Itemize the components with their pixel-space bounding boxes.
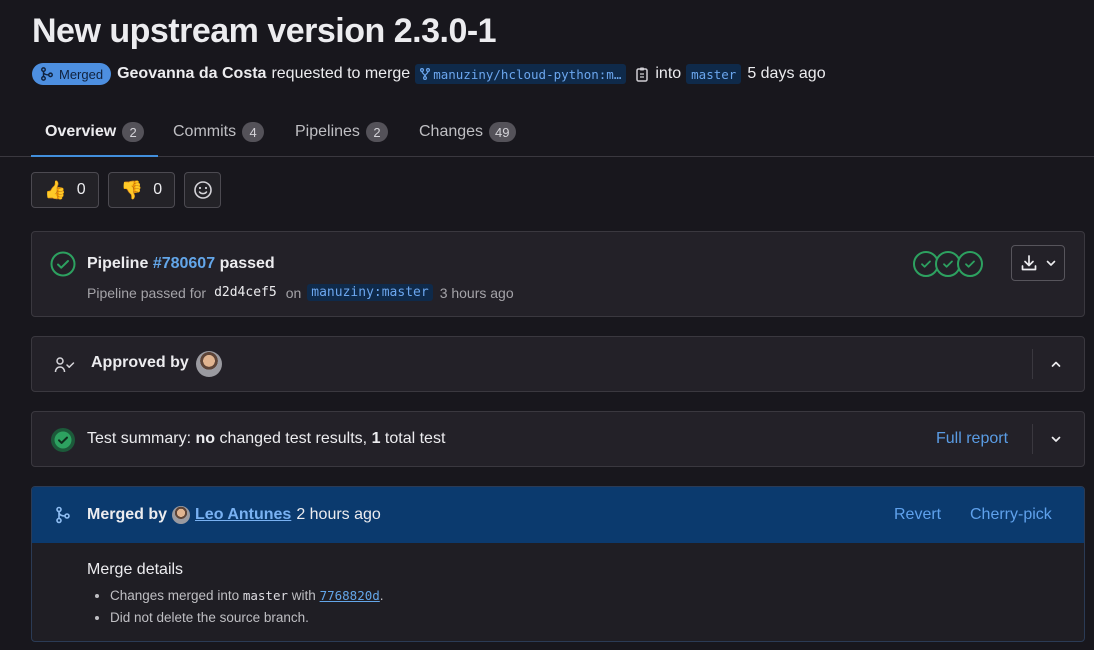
merge-details-title: Merge details <box>87 561 184 578</box>
add-reaction-button[interactable] <box>184 172 221 208</box>
tab-changes[interactable]: Changes 49 <box>419 108 516 156</box>
chevron-down-icon <box>1046 260 1056 266</box>
source-branch-label: manuziny/hcloud-python:m… <box>433 66 622 82</box>
test-summary-prefix: Test summary: <box>87 430 192 447</box>
approvals-widget: Approved by <box>31 336 1085 392</box>
merge-icon <box>41 67 53 81</box>
merge-line-prefix: Changes merged into <box>110 588 240 603</box>
thumbs-up-count: 0 <box>76 181 86 198</box>
merge-target-branch: master <box>242 588 289 603</box>
tab-overview[interactable]: Overview 2 <box>30 108 159 157</box>
test-success-icon <box>51 428 75 452</box>
thumbs-up-button[interactable]: 👍 0 <box>31 172 99 208</box>
action-text: requested to merge <box>271 65 411 82</box>
thumbs-up-icon: 👍 <box>44 180 67 200</box>
into-text: into <box>655 65 682 82</box>
collapse-button[interactable] <box>1042 350 1070 378</box>
merged-widget: Merged by Leo Antunes 2 hours ago Revert… <box>31 486 1085 642</box>
commit-sha[interactable]: d2d4cef5 <box>214 285 277 300</box>
thumbs-down-icon: 👎 <box>120 180 144 200</box>
avatar[interactable] <box>196 351 222 377</box>
thumbs-down-count: 0 <box>153 181 163 198</box>
on-text: on <box>285 284 302 301</box>
copy-icon <box>636 67 648 82</box>
pipeline-title: Pipeline #780607 passed <box>87 255 275 273</box>
tab-commits[interactable]: Commits 4 <box>173 108 265 156</box>
pipeline-link[interactable]: #780607 <box>153 255 215 272</box>
test-summary-middle: changed test results, <box>219 430 368 447</box>
pipeline-branch[interactable]: manuziny:master <box>307 284 433 301</box>
revert-button[interactable]: Revert <box>894 506 941 524</box>
tab-label: Changes <box>419 123 484 140</box>
smiley-icon <box>193 181 212 199</box>
check-icon <box>965 260 975 268</box>
merged-by-text: Merged by Leo Antunes 2 hours ago <box>87 506 381 524</box>
thumbs-down-button[interactable]: 👎 0 <box>108 172 175 208</box>
chevron-up-icon <box>1051 361 1061 367</box>
time-ago: 5 days ago <box>747 65 826 82</box>
status-badge-label: Merged <box>59 66 104 82</box>
tab-label: Overview <box>45 123 117 140</box>
merged-by-label: Merged by <box>87 506 168 523</box>
expand-button[interactable] <box>1042 425 1070 453</box>
pipeline-widget: Pipeline #780607 passed Pipeline passed … <box>31 231 1085 317</box>
divider <box>1032 349 1033 379</box>
tab-pipelines[interactable]: Pipelines 2 <box>295 108 388 156</box>
merge-line-with: with <box>291 588 316 603</box>
test-summary-widget: Test summary: no changed test results, 1… <box>31 411 1085 467</box>
copy-branch-button[interactable] <box>633 64 651 84</box>
merge-details-list: Changes merged into master with 7768820d… <box>110 587 384 631</box>
test-summary-count: 1 <box>371 430 381 447</box>
stage-status-button[interactable] <box>957 251 983 277</box>
test-summary-no: no <box>195 430 216 447</box>
tab-count: 2 <box>365 122 388 142</box>
pipeline-success-icon <box>50 251 76 277</box>
check-icon <box>943 260 953 268</box>
download-artifacts-button[interactable] <box>1011 245 1065 281</box>
tab-count: 4 <box>242 122 265 142</box>
source-branch[interactable]: manuziny/hcloud-python:m… <box>415 64 627 84</box>
page-title: New upstream version 2.3.0-1 <box>32 12 497 50</box>
tab-label: Pipelines <box>295 123 360 140</box>
pipeline-sub-prefix: Pipeline passed for <box>87 284 207 301</box>
merge-line-end: . <box>379 588 384 603</box>
download-icon <box>1021 255 1037 271</box>
branch-icon <box>420 68 431 80</box>
tab-label: Commits <box>173 123 237 140</box>
list-item: Changes merged into master with 7768820d… <box>110 587 384 604</box>
tab-count: 2 <box>122 122 145 142</box>
avatar[interactable] <box>172 506 191 524</box>
merge-commit-link[interactable]: 7768820d <box>320 588 380 603</box>
divider <box>1032 424 1033 454</box>
pipeline-stages <box>913 251 987 279</box>
approved-by-label: Approved by <box>91 354 189 371</box>
pipeline-time: 3 hours ago <box>439 284 514 301</box>
list-item: Did not delete the source branch. <box>110 609 384 626</box>
mr-tabs: Overview 2 Commits 4 Pipelines 2 Changes… <box>0 108 1094 157</box>
author-name[interactable]: Geovanna da Costa <box>117 65 266 83</box>
status-badge: Merged <box>32 63 112 85</box>
test-summary-suffix: total test <box>384 430 446 447</box>
full-report-link[interactable]: Full report <box>936 430 1008 448</box>
merged-banner: Merged by Leo Antunes 2 hours ago Revert… <box>32 487 1084 543</box>
cherry-pick-button[interactable]: Cherry-pick <box>970 506 1052 524</box>
pipeline-status: passed <box>219 255 275 272</box>
pipeline-subtitle: Pipeline passed for d2d4cef5 on manuziny… <box>87 284 514 301</box>
merge-icon <box>56 506 70 524</box>
merged-time: 2 hours ago <box>296 506 381 523</box>
check-icon <box>921 260 931 268</box>
pipeline-prefix: Pipeline <box>87 255 149 272</box>
merged-by-user-link[interactable]: Leo Antunes <box>195 506 291 524</box>
test-summary-text: Test summary: no changed test results, 1… <box>87 430 445 448</box>
approval-user-icon <box>54 357 75 373</box>
merge-request-meta: Merged Geovanna da Costa requested to me… <box>32 62 826 86</box>
chevron-down-icon <box>1051 436 1061 442</box>
tab-count: 49 <box>489 122 516 142</box>
target-branch[interactable]: master <box>686 64 742 84</box>
